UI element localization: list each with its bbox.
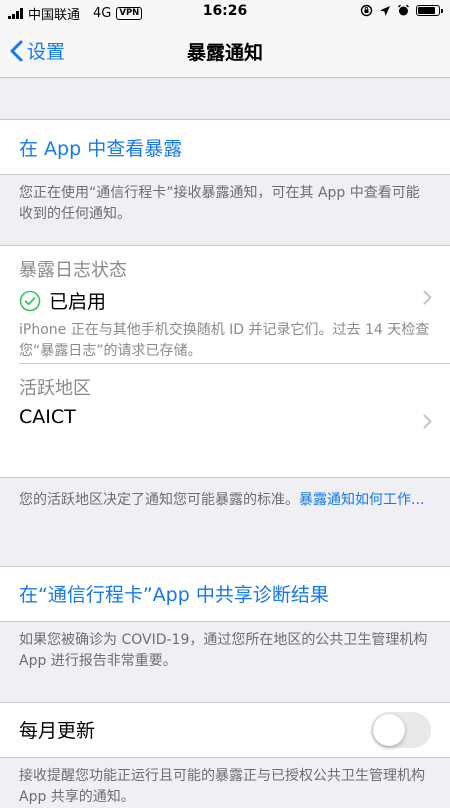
status-bar: 中国联通 4G VPN 16:26 [0, 0, 450, 25]
view-exposures-section: 在 App 中查看暴露 [0, 119, 450, 175]
chevron-right-icon [423, 414, 432, 428]
log-status-value: 已启用 [49, 291, 107, 313]
share-results-section: 在“通信行程卡”App 中共享诊断结果 [0, 565, 450, 622]
share-results-link[interactable]: 在“通信行程卡”App 中共享诊断结果 [0, 567, 450, 621]
region-footer-text: 您的活跃地区决定了通知您可能暴露的标准。 [19, 491, 299, 508]
region-footer: 您的活跃地区决定了通知您可能暴露的标准。暴露通知如何工作... [0, 478, 450, 566]
how-it-works-link[interactable]: 暴露通知如何工作... [299, 492, 424, 508]
page-title: 暴露通知 [186, 42, 263, 64]
region-value-row: CAICT [19, 406, 450, 428]
log-status-description: iPhone 正在与其他手机交换随机 ID 并记录它们。过去 14 天检查您“暴… [19, 322, 430, 359]
orientation-lock-icon [360, 4, 373, 17]
log-status-label: 暴露日志状态 [19, 260, 127, 281]
location-icon [380, 5, 390, 16]
region-value: CAICT [19, 405, 76, 428]
monthly-update-section: 每月更新 [0, 701, 450, 758]
monthly-update-row: 每月更新 [0, 703, 450, 757]
alarm-icon [397, 4, 410, 16]
share-results-footer: 如果您被确诊为 COVID-19，通过您所在地区的公共卫生管理机构 App 进行… [19, 631, 428, 669]
chevron-right-icon [423, 290, 432, 305]
view-exposures-link[interactable]: 在 App 中查看暴露 [0, 120, 450, 174]
battery-icon [416, 5, 443, 16]
monthly-update-toggle[interactable] [371, 711, 431, 748]
region-row[interactable]: 活跃地区 CAICT [0, 364, 450, 477]
check-circle-icon [19, 290, 41, 311]
monthly-update-footer: 接收提醒您功能正运行且可能的暴露正与已授权公共卫生管理机构 App 共享的通知。 [19, 767, 425, 805]
monthly-update-label: 每月更新 [19, 720, 96, 742]
log-status-value-row: 已启用 [19, 287, 450, 314]
log-status-row[interactable]: 暴露日志状态 已启用 iPhone 正在与其他手机交换随机 ID 并记录它们。过… [0, 246, 450, 363]
region-label: 活跃地区 [19, 377, 91, 399]
status-right [360, 4, 443, 17]
toggle-knob [373, 713, 405, 746]
view-exposures-footer: 您正在使用“通信行程卡”接收暴露通知，可在其 App 中查看可能收到的任何通知。 [19, 185, 420, 222]
nav-bar: 设置 暴露通知 [0, 25, 450, 78]
status-region-section: 暴露日志状态 已启用 iPhone 正在与其他手机交换随机 ID 并记录它们。过… [0, 245, 450, 478]
